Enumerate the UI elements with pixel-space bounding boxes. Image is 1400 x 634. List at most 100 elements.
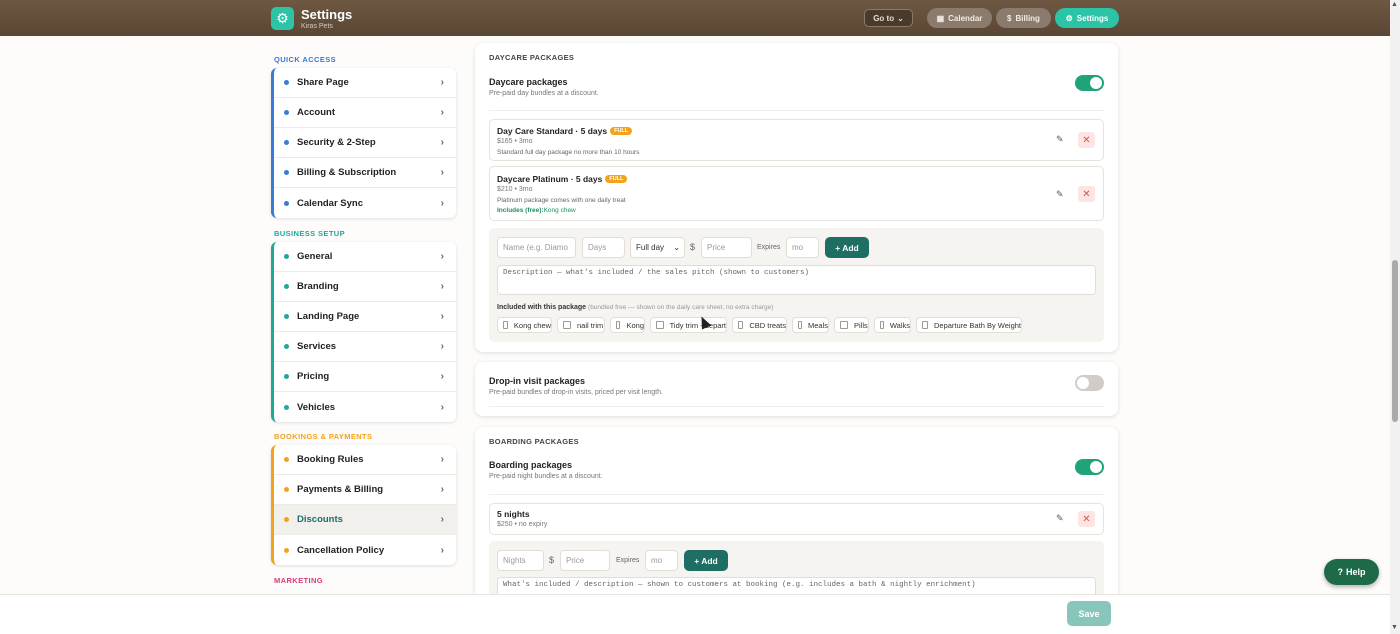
chevron-right-icon: ›: [440, 281, 444, 292]
price-input[interactable]: Price: [701, 237, 752, 258]
checkbox-box[interactable]: [840, 321, 848, 329]
chevron-right-icon: ›: [440, 137, 444, 148]
checkbox-box[interactable]: [563, 321, 571, 329]
currency-symbol: $: [549, 555, 555, 565]
package-name: 5 nights: [497, 509, 530, 519]
included-option-checkbox[interactable]: Kong: [610, 317, 645, 333]
included-option-checkbox[interactable]: nail trim: [557, 317, 605, 333]
sidebar-item-branding[interactable]: Branding ›: [274, 272, 456, 302]
sidebar-item-payments-billing[interactable]: Payments & Billing ›: [274, 475, 456, 505]
dropin-toggle-sub: Pre-paid bundles of drop-in visits, pric…: [489, 389, 663, 396]
included-option-checkbox[interactable]: CBD treats: [732, 317, 787, 333]
sidebar-item-label: Vehicles: [297, 401, 336, 413]
included-option-checkbox[interactable]: Meals: [792, 317, 829, 333]
checkbox-box[interactable]: [798, 321, 802, 329]
chevron-right-icon: ›: [440, 197, 444, 209]
scroll-up-icon[interactable]: ▲: [1391, 1, 1398, 8]
expires-months-input[interactable]: mo: [786, 237, 819, 258]
sidebar-item-calendar-sync[interactable]: Calendar Sync ›: [274, 188, 456, 218]
sidebar-item-label: Landing Page: [297, 311, 360, 322]
included-option-checkbox[interactable]: Kong chew: [497, 317, 552, 333]
sidebar-item-vehicles[interactable]: Vehicles ›: [274, 392, 456, 422]
goto-dropdown[interactable]: Go to ⌄: [864, 9, 913, 27]
pencil-icon[interactable]: ✎: [1056, 134, 1064, 145]
nav-label: Billing: [1015, 13, 1040, 23]
checkbox-box[interactable]: [503, 321, 508, 329]
bullet-dot: [284, 170, 289, 175]
delete-button[interactable]: ✕: [1078, 511, 1095, 527]
included-option-checkbox[interactable]: Walks: [874, 317, 911, 333]
sidebar-item-account[interactable]: Account ›: [274, 98, 456, 128]
expires-months-input[interactable]: mo: [645, 550, 678, 571]
daycare-toggle-label: Daycare packages: [489, 77, 568, 87]
nav-calendar-button[interactable]: ▦ Calendar: [927, 8, 992, 28]
chevron-right-icon: ›: [440, 107, 444, 118]
sidebar-item-label: Account: [297, 107, 335, 118]
goto-label: Go to: [873, 13, 895, 23]
sidebar-item-pricing[interactable]: Pricing ›: [274, 362, 456, 392]
option-label: Departure Bath By Weight: [934, 320, 1021, 330]
package-card: Daycare Platinum · 5 days FULL $210 • 3mo…: [489, 166, 1104, 221]
nav-billing-button[interactable]: $ Billing: [996, 8, 1051, 28]
daycare-toggle[interactable]: [1075, 75, 1104, 91]
included-option-checkbox[interactable]: Pills: [834, 317, 869, 333]
package-description-textarea[interactable]: Description — what's included / the sale…: [497, 265, 1096, 295]
pencil-icon[interactable]: ✎: [1056, 189, 1064, 200]
expires-label: Expires: [757, 244, 781, 251]
sidebar-item-security-2-step[interactable]: Security & 2-Step ›: [274, 128, 456, 158]
bullet-dot: [284, 517, 289, 522]
scrollbar-thumb[interactable]: [1392, 260, 1398, 422]
save-button[interactable]: Save: [1067, 601, 1111, 626]
checkbox-box[interactable]: [616, 321, 621, 329]
help-button[interactable]: ? Help: [1324, 559, 1379, 585]
day-type-select[interactable]: Full day ⌄: [630, 237, 685, 258]
checkbox-box[interactable]: [656, 321, 664, 329]
nights-input[interactable]: Nights: [497, 550, 544, 571]
checkbox-box[interactable]: [880, 321, 884, 329]
sidebar-item-billing-subscription[interactable]: Billing & Subscription ›: [274, 158, 456, 188]
sidebar-item-general[interactable]: General ›: [274, 242, 456, 272]
sidebar-item-landing-page[interactable]: Landing Page ›: [274, 302, 456, 332]
dropin-toggle[interactable]: [1075, 375, 1104, 391]
sidebar-item-label: Branding: [297, 281, 339, 292]
sidebar-item-share-page[interactable]: Share Page ›: [274, 68, 456, 98]
option-label: Pills: [854, 320, 868, 330]
add-package-button[interactable]: + Add: [684, 550, 728, 571]
package-meta: $250 • no expiry: [497, 521, 548, 528]
sidebar-item-discounts[interactable]: Discounts ›: [274, 505, 456, 535]
checkbox-box[interactable]: [922, 321, 928, 329]
included-note: (bundled free — shown on the daily care …: [588, 304, 774, 311]
business-name: Kiras Pets: [301, 23, 333, 30]
package-meta: $165 • 3mo: [497, 138, 533, 145]
sidebar-item-services[interactable]: Services ›: [274, 332, 456, 362]
sidebar-item-booking-rules[interactable]: Booking Rules ›: [274, 445, 456, 475]
chevron-right-icon: ›: [440, 514, 444, 525]
select-value: Full day: [636, 243, 665, 252]
delete-button[interactable]: ✕: [1078, 132, 1095, 148]
nav-settings-button[interactable]: ⚙ Settings: [1055, 8, 1119, 28]
days-input[interactable]: Days: [582, 237, 625, 258]
included-option-checkbox[interactable]: Tidy trim - depart: [650, 317, 727, 333]
sidebar-item-label: Calendar Sync: [297, 197, 363, 209]
add-daycare-package-form: Name (e.g. Diamo Days Full day ⌄ $ Price …: [489, 228, 1104, 342]
checkbox-box[interactable]: [738, 321, 744, 329]
package-description: Standard full day package no more than 1…: [497, 149, 640, 156]
boarding-toggle[interactable]: [1075, 459, 1104, 475]
delete-button[interactable]: ✕: [1078, 186, 1095, 202]
add-package-button[interactable]: + Add: [825, 237, 869, 258]
package-description: Platinum package comes with one daily tr…: [497, 197, 626, 204]
scroll-down-icon[interactable]: ▼: [1391, 624, 1398, 631]
pencil-icon[interactable]: ✎: [1056, 513, 1064, 524]
price-input[interactable]: Price: [560, 550, 610, 571]
section-title-business-setup: BUSINESS SETUP: [274, 229, 346, 238]
chevron-down-icon: ⌄: [673, 243, 680, 252]
sidebar-item-cancellation-policy[interactable]: Cancellation Policy ›: [274, 535, 456, 565]
question-icon: ?: [1337, 567, 1343, 577]
package-name-input[interactable]: Name (e.g. Diamo: [497, 237, 576, 258]
daycare-toggle-sub: Pre-paid day bundles at a discount.: [489, 90, 599, 97]
included-option-checkbox[interactable]: Departure Bath By Weight: [916, 317, 1022, 333]
chevron-right-icon: ›: [440, 341, 444, 352]
package-meta: $210 • 3mo: [497, 186, 533, 193]
close-icon: ✕: [1082, 134, 1091, 146]
bullet-dot: [284, 404, 289, 410]
